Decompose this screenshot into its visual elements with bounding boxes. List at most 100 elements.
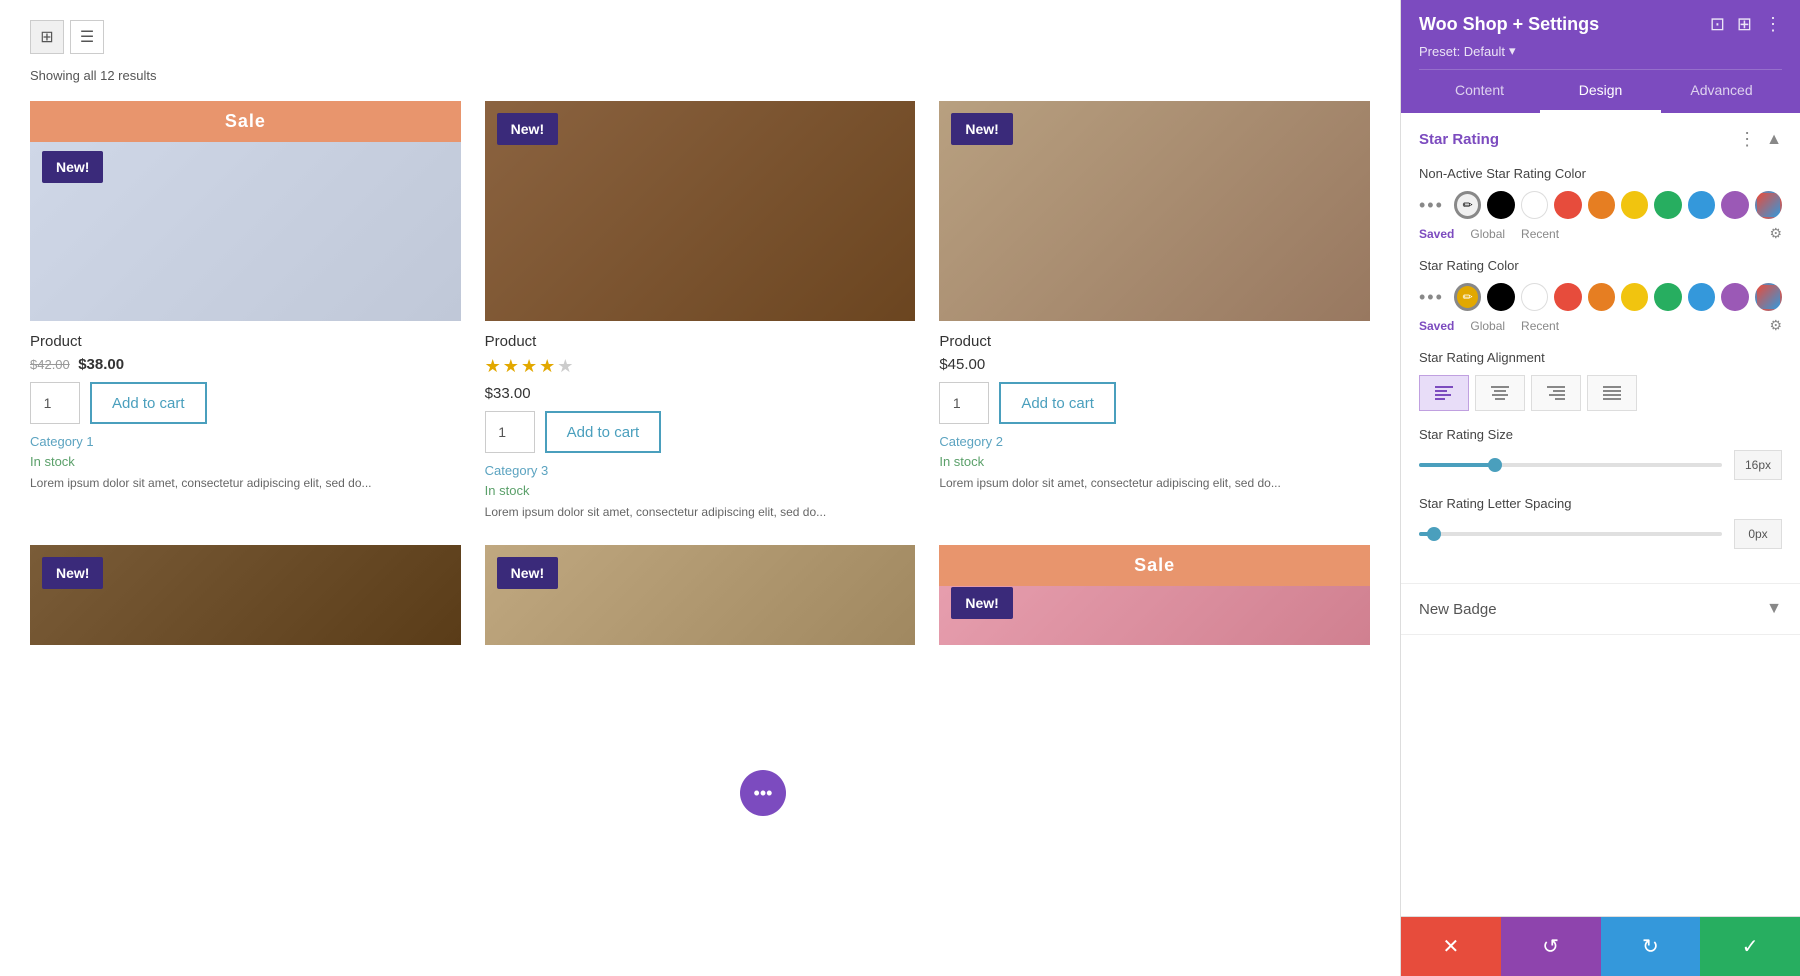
color-dots-icon-2[interactable]: ••• bbox=[1419, 287, 1444, 308]
color-tab-recent[interactable]: Recent bbox=[1521, 227, 1559, 241]
color-swatch-red-2[interactable] bbox=[1554, 283, 1581, 311]
color-swatch-gradient-2[interactable] bbox=[1755, 283, 1782, 311]
list-view-button[interactable]: ☰ bbox=[70, 20, 104, 54]
price-regular: $33.00 bbox=[485, 385, 531, 402]
color-swatch-black[interactable] bbox=[1487, 191, 1514, 219]
color-dots-icon[interactable]: ••• bbox=[1419, 195, 1444, 216]
size-slider-thumb[interactable] bbox=[1488, 458, 1502, 472]
new-badge: New! bbox=[951, 587, 1012, 619]
color-swatch-red[interactable] bbox=[1554, 191, 1581, 219]
color-swatch-purple[interactable] bbox=[1721, 191, 1748, 219]
preset-row[interactable]: Preset: Default ▾ bbox=[1419, 43, 1782, 59]
align-justify-icon bbox=[1603, 386, 1621, 400]
color-swatch-black-2[interactable] bbox=[1487, 283, 1514, 311]
color-swatch-brush[interactable]: ✏ bbox=[1454, 191, 1481, 219]
size-slider-track[interactable] bbox=[1419, 463, 1722, 467]
color-swatch-gradient[interactable] bbox=[1755, 191, 1782, 219]
floating-dots-button[interactable]: ••• bbox=[740, 770, 786, 816]
color-swatch-green-2[interactable] bbox=[1654, 283, 1681, 311]
qty-input[interactable] bbox=[30, 382, 80, 424]
section-header[interactable]: Star Rating ⋮ ▲ bbox=[1401, 113, 1800, 166]
price-wrap: $42.00 $38.00 bbox=[30, 356, 461, 374]
qty-input[interactable] bbox=[939, 382, 989, 424]
grid-icon[interactable]: ⊞ bbox=[1737, 14, 1752, 35]
add-to-cart-button[interactable]: Add to cart bbox=[545, 411, 662, 453]
grid-view-button[interactable]: ⊞ bbox=[30, 20, 64, 54]
add-to-cart-wrap: Add to cart bbox=[939, 382, 1370, 424]
cancel-icon: ✕ bbox=[1442, 934, 1459, 959]
cancel-button[interactable]: ✕ bbox=[1401, 917, 1501, 976]
in-stock-label: In stock bbox=[30, 454, 461, 469]
color-gear-icon-2[interactable]: ⚙ bbox=[1769, 317, 1782, 334]
more-options-icon[interactable]: ⋮ bbox=[1764, 14, 1782, 35]
alignment-label: Star Rating Alignment bbox=[1419, 350, 1782, 365]
add-to-cart-button[interactable]: Add to cart bbox=[90, 382, 207, 424]
price-regular: $45.00 bbox=[939, 356, 985, 373]
non-active-color-tabs: Saved Global Recent ⚙ bbox=[1419, 225, 1782, 242]
category-link[interactable]: Category 2 bbox=[939, 434, 1370, 449]
color-tab-global[interactable]: Global bbox=[1470, 227, 1505, 241]
new-badge-expand-icon[interactable]: ▼ bbox=[1766, 600, 1782, 618]
color-swatch-yellow-2[interactable] bbox=[1621, 283, 1648, 311]
color-swatch-yellow[interactable] bbox=[1621, 191, 1648, 219]
product-card: New! Product ★ ★ ★ ★ ★ $33.00 Add to car… bbox=[485, 101, 916, 521]
tab-content[interactable]: Content bbox=[1419, 70, 1540, 113]
save-button[interactable]: ✓ bbox=[1700, 917, 1800, 976]
align-justify-button[interactable] bbox=[1587, 375, 1637, 411]
products-grid: Sale New! Product $42.00 $38.00 Add to c… bbox=[30, 101, 1370, 657]
color-swatch-orange-2[interactable] bbox=[1588, 283, 1615, 311]
section-more-icon[interactable]: ⋮ bbox=[1738, 129, 1756, 150]
category-link[interactable]: Category 3 bbox=[485, 463, 916, 478]
color-tab-recent-2[interactable]: Recent bbox=[1521, 319, 1559, 333]
new-badge: New! bbox=[497, 557, 558, 589]
color-swatch-star-active[interactable]: ✏ bbox=[1454, 283, 1481, 311]
sale-banner: Sale bbox=[939, 545, 1370, 586]
new-badge-header[interactable]: New Badge ▼ bbox=[1401, 584, 1800, 634]
color-swatch-purple-2[interactable] bbox=[1721, 283, 1748, 311]
product-image-wrap: Sale New! bbox=[30, 101, 461, 321]
undo-button[interactable]: ↺ bbox=[1501, 917, 1601, 976]
alignment-row bbox=[1419, 375, 1782, 411]
letter-spacing-slider-thumb[interactable] bbox=[1427, 527, 1441, 541]
color-swatch-orange[interactable] bbox=[1588, 191, 1615, 219]
color-swatch-green[interactable] bbox=[1654, 191, 1681, 219]
color-gear-icon[interactable]: ⚙ bbox=[1769, 225, 1782, 242]
tab-design[interactable]: Design bbox=[1540, 70, 1661, 113]
color-tab-saved-2[interactable]: Saved bbox=[1419, 319, 1454, 333]
product-title: Product bbox=[485, 333, 916, 350]
preset-arrow: ▾ bbox=[1509, 43, 1516, 59]
size-slider-value[interactable]: 16px bbox=[1734, 450, 1782, 480]
non-active-color-row: ••• ✏ bbox=[1419, 191, 1782, 219]
product-description: Lorem ipsum dolor sit amet, consectetur … bbox=[485, 503, 916, 521]
price-original: $42.00 bbox=[30, 357, 70, 372]
new-badge: New! bbox=[497, 113, 558, 145]
product-card: Sale New! Product $42.00 $38.00 Add to c… bbox=[30, 101, 461, 521]
color-swatch-blue[interactable] bbox=[1688, 191, 1715, 219]
align-right-button[interactable] bbox=[1531, 375, 1581, 411]
star-filled: ★ bbox=[503, 356, 519, 377]
active-color-label: Star Rating Color bbox=[1419, 258, 1782, 273]
non-active-color-label: Non-Active Star Rating Color bbox=[1419, 166, 1782, 181]
color-swatch-white[interactable] bbox=[1521, 191, 1548, 219]
color-tab-saved[interactable]: Saved bbox=[1419, 227, 1454, 241]
qty-input[interactable] bbox=[485, 411, 535, 453]
shop-area: ⊞ ☰ Showing all 12 results Sale New! Pro… bbox=[0, 0, 1400, 976]
color-tab-global-2[interactable]: Global bbox=[1470, 319, 1505, 333]
color-swatch-white-2[interactable] bbox=[1521, 283, 1548, 311]
redo-button[interactable]: ↻ bbox=[1601, 917, 1701, 976]
category-link[interactable]: Category 1 bbox=[30, 434, 461, 449]
new-badge-title: New Badge bbox=[1419, 601, 1497, 618]
size-slider-fill bbox=[1419, 463, 1495, 467]
letter-spacing-slider-value[interactable]: 0px bbox=[1734, 519, 1782, 549]
letter-spacing-slider-track[interactable] bbox=[1419, 532, 1722, 536]
product-title: Product bbox=[939, 333, 1370, 350]
tab-advanced[interactable]: Advanced bbox=[1661, 70, 1782, 113]
add-to-cart-button[interactable]: Add to cart bbox=[999, 382, 1116, 424]
section-collapse-icon[interactable]: ▲ bbox=[1766, 131, 1782, 149]
align-left-button[interactable] bbox=[1419, 375, 1469, 411]
star-rating-section: Star Rating ⋮ ▲ Non-Active Star Rating C… bbox=[1401, 113, 1800, 584]
align-center-button[interactable] bbox=[1475, 375, 1525, 411]
color-swatch-blue-2[interactable] bbox=[1688, 283, 1715, 311]
focus-icon[interactable]: ⊡ bbox=[1710, 14, 1725, 35]
product-image-wrap: New! bbox=[939, 101, 1370, 321]
